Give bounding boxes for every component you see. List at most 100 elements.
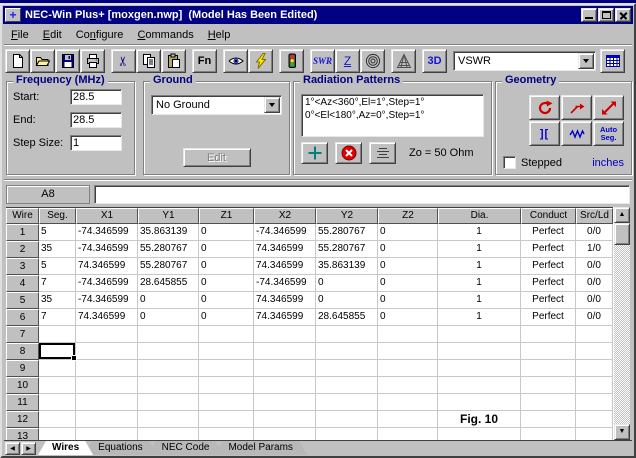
cell[interactable]: 0 xyxy=(378,275,438,292)
row-header[interactable]: 7 xyxy=(6,326,39,343)
row-header[interactable]: 1 xyxy=(6,224,39,241)
cell[interactable] xyxy=(521,428,576,440)
add-pattern-button[interactable] xyxy=(301,142,328,164)
radiation-pattern-list[interactable]: 1°<Az<360°,El=1°,Step=1°0°<El<180°,Az=0°… xyxy=(301,94,484,137)
cell[interactable]: 1 xyxy=(438,258,521,275)
cell[interactable] xyxy=(138,343,199,360)
row-header[interactable]: 2 xyxy=(6,241,39,258)
cell[interactable]: 7 xyxy=(39,275,76,292)
cell[interactable] xyxy=(316,360,378,377)
title-bar[interactable]: + NEC-Win Plus+ [moxgen.nwp] (Model Has … xyxy=(3,6,633,24)
cell[interactable]: 35.863139 xyxy=(316,258,378,275)
cell[interactable]: 55.280767 xyxy=(138,241,199,258)
run-button[interactable] xyxy=(279,49,304,73)
cell[interactable] xyxy=(254,411,316,428)
pattern-entry[interactable]: 1°<Az<360°,El=1°,Step=1° xyxy=(305,96,480,109)
cell[interactable] xyxy=(199,394,254,411)
cell[interactable] xyxy=(138,377,199,394)
column-header-src-ld[interactable]: Src/Ld xyxy=(576,208,613,224)
cell[interactable] xyxy=(76,411,138,428)
column-header-z1[interactable]: Z1 xyxy=(199,208,254,224)
cell[interactable] xyxy=(316,326,378,343)
cell[interactable]: Fig. 10 xyxy=(438,411,521,428)
paste-button[interactable] xyxy=(161,49,186,73)
cell[interactable]: 0/0 xyxy=(576,258,613,275)
cell[interactable] xyxy=(39,360,76,377)
cell[interactable]: 74.346599 xyxy=(254,241,316,258)
view-button[interactable] xyxy=(223,49,248,73)
menu-commands[interactable]: Commands xyxy=(130,27,200,43)
cell[interactable] xyxy=(39,377,76,394)
cell[interactable] xyxy=(576,326,613,343)
copy-button[interactable] xyxy=(136,49,161,73)
row-header[interactable]: 4 xyxy=(6,275,39,292)
tab-scroll-left-button[interactable]: ◀ xyxy=(5,442,20,455)
cell[interactable] xyxy=(378,326,438,343)
cell[interactable] xyxy=(199,360,254,377)
analysis-type-dropdown[interactable]: VSWR xyxy=(453,51,596,71)
cell[interactable]: 0 xyxy=(199,309,254,326)
cell[interactable]: Perfect xyxy=(521,309,576,326)
cell[interactable]: Perfect xyxy=(521,275,576,292)
cell[interactable] xyxy=(39,428,76,440)
cell[interactable] xyxy=(76,377,138,394)
tab-scroll-right-button[interactable]: ▶ xyxy=(21,442,36,455)
cell[interactable] xyxy=(576,428,613,440)
cell[interactable]: 74.346599 xyxy=(76,309,138,326)
column-header-conduct[interactable]: Conduct xyxy=(521,208,576,224)
analysis-dropdown-button[interactable] xyxy=(578,53,594,69)
cell[interactable]: -74.346599 xyxy=(254,275,316,292)
threed-button[interactable]: 3D xyxy=(422,49,447,73)
cell[interactable]: 0/0 xyxy=(576,275,613,292)
cell[interactable]: 5 xyxy=(39,224,76,241)
cell[interactable]: 0/0 xyxy=(576,224,613,241)
maximize-button[interactable] xyxy=(598,8,614,22)
cell[interactable] xyxy=(576,394,613,411)
cell[interactable]: 28.645855 xyxy=(316,309,378,326)
cell[interactable] xyxy=(576,343,613,360)
cell[interactable]: 0 xyxy=(316,275,378,292)
cell[interactable] xyxy=(39,326,76,343)
cell[interactable]: 0 xyxy=(316,292,378,309)
menu-configure[interactable]: Configure xyxy=(69,27,131,43)
column-header-x2[interactable]: X2 xyxy=(254,208,316,224)
cell[interactable] xyxy=(138,326,199,343)
cell[interactable] xyxy=(576,411,613,428)
cell[interactable] xyxy=(378,343,438,360)
step-size-frequency-input[interactable] xyxy=(70,135,122,151)
row-header[interactable]: 5 xyxy=(6,292,39,309)
cell-reference-box[interactable]: A8 xyxy=(6,185,90,204)
cell[interactable]: 0 xyxy=(378,309,438,326)
cell[interactable]: 0 xyxy=(199,241,254,258)
cell[interactable] xyxy=(76,360,138,377)
scroll-down-button[interactable]: ▼ xyxy=(614,424,630,440)
cell[interactable] xyxy=(39,411,76,428)
cell[interactable]: 1 xyxy=(438,224,521,241)
menu-help[interactable]: Help xyxy=(201,27,238,43)
cell[interactable] xyxy=(199,377,254,394)
cell[interactable]: 55.280767 xyxy=(316,241,378,258)
cell[interactable]: -74.346599 xyxy=(76,292,138,309)
cell[interactable] xyxy=(76,343,138,360)
cell[interactable]: 1/0 xyxy=(576,241,613,258)
tab-wires[interactable]: Wires xyxy=(38,441,93,455)
cell[interactable] xyxy=(138,360,199,377)
column-header-wire[interactable]: Wire xyxy=(6,208,39,224)
print-button[interactable] xyxy=(80,49,105,73)
stepped-checkbox[interactable] xyxy=(503,156,516,169)
cell[interactable] xyxy=(378,360,438,377)
cell[interactable] xyxy=(199,343,254,360)
scroll-up-button[interactable]: ▲ xyxy=(614,207,630,223)
swr-button[interactable]: SWR xyxy=(310,49,335,73)
cell[interactable] xyxy=(521,377,576,394)
cell[interactable]: 35.863139 xyxy=(138,224,199,241)
cell[interactable]: 1 xyxy=(438,241,521,258)
cell[interactable]: 0 xyxy=(199,292,254,309)
row-header[interactable]: 11 xyxy=(6,394,39,411)
cell[interactable] xyxy=(521,343,576,360)
cell[interactable] xyxy=(254,343,316,360)
vertical-scrollbar[interactable]: ▲ ▼ xyxy=(613,207,630,440)
formula-input[interactable] xyxy=(94,185,630,204)
cell[interactable] xyxy=(438,326,521,343)
cell[interactable]: Perfect xyxy=(521,292,576,309)
